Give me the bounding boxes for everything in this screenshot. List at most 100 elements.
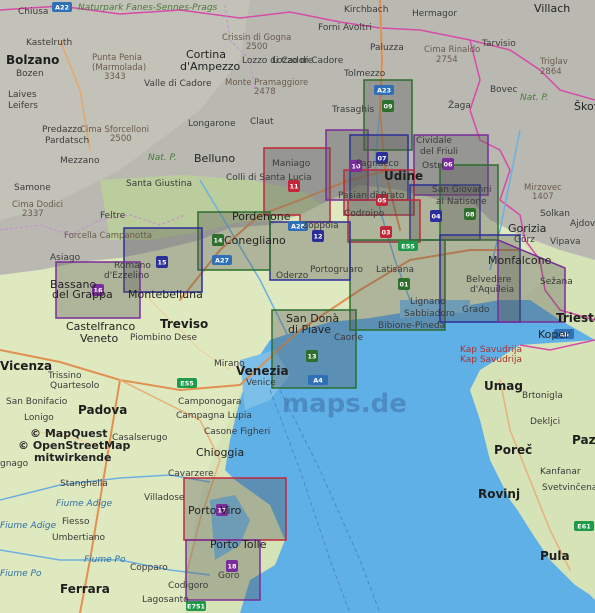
label-umag: Umag	[484, 379, 523, 393]
label-piombino-dese: Piombino Dese	[130, 333, 197, 343]
label-tarvisio: Tarvisio	[481, 39, 516, 49]
label-fiume-po-2: Fiume Po	[0, 569, 42, 579]
label-udine: Udine	[384, 169, 423, 183]
badge-11: 11	[289, 183, 299, 191]
label-zaga: Žaga	[448, 99, 471, 111]
label-ferrara: Ferrara	[60, 582, 110, 596]
label-svetvincenat: Svetvinčenat	[542, 482, 595, 493]
map-viewport[interactable]: 11 10 09 07 06 05 04 03 01 08 14 15 16 1…	[0, 0, 595, 613]
label-sezana: Sežana	[540, 277, 573, 287]
label-trieste: Trieste	[556, 311, 595, 325]
label-montebelluna: Montebelluna	[128, 288, 203, 301]
label-grado: Grado	[462, 305, 490, 315]
label-del-friuli: del Friuli	[420, 147, 458, 157]
label-valle-di-cadore: Valle di Cadore	[144, 79, 212, 89]
shield-e55-2: E55	[401, 243, 415, 251]
label-venice: Venice	[246, 378, 276, 388]
label-d-ampezzo: d'Ampezzo	[180, 60, 241, 73]
attr-mitwirkende: mitwirkende	[34, 451, 112, 464]
label-latisana: Latisana	[376, 265, 414, 275]
label-cavarzere: Cavarzere	[168, 469, 214, 479]
label-kirchbach: Kirchbach	[344, 5, 388, 15]
label-leifers: Leifers	[8, 101, 38, 111]
label-triglav: Triglav	[539, 57, 568, 67]
label-pula: Pula	[540, 549, 570, 563]
label-codigoro: Codigoro	[168, 581, 209, 591]
label-porto-tolle: Porto Tolle	[210, 538, 267, 551]
label-tolmezzo: Tolmezzo	[343, 69, 386, 79]
label-belluno: Belluno	[194, 152, 235, 165]
label-predazzo: Predazzo	[42, 125, 83, 135]
badge-15: 15	[157, 259, 167, 267]
badge-13: 13	[307, 353, 316, 361]
label-nat-p: Nat. P.	[148, 153, 177, 163]
label-cima-dodici-h: 2337	[22, 209, 44, 219]
label-vicenza: Vicenza	[0, 359, 52, 373]
label-colli: Colli di Santa Lucia	[226, 173, 312, 183]
label-san-giovanni: San Giovanni	[432, 185, 492, 195]
label-monte-pramaggiore-h: 2478	[254, 87, 276, 97]
label-quartesolo: Quartesolo	[50, 381, 100, 391]
label-ostri: Ostri	[422, 161, 444, 171]
label-kap-savudrija-2: Kap Savudrija	[460, 355, 522, 365]
label-crissin-h: 2500	[246, 42, 268, 52]
label-belvedere: Belvedere	[466, 275, 512, 285]
label-mirzovec-h: 1407	[532, 192, 554, 202]
label-trissino: Trissino	[47, 371, 82, 381]
label-lignano: Lignano	[410, 297, 446, 307]
label-maniago: Maniago	[272, 159, 311, 169]
label-triglav-h: 2864	[540, 67, 562, 77]
label-kap-savudrija: Kap Savudrija	[460, 345, 522, 355]
label-dekljci: Dekljci	[530, 417, 560, 427]
label-sabbiadoro: Sabbiadoro	[404, 309, 455, 319]
label-nat-p-2: Nat. P.	[520, 93, 549, 103]
label-bovec: Bovec	[490, 85, 518, 95]
label-copparo: Copparo	[130, 563, 168, 573]
label-chiusa: Chiusa	[18, 7, 48, 17]
label-fiume-po: Fiume Po	[84, 555, 126, 565]
label-treviso: Treviso	[160, 317, 208, 331]
label-vipava: Vipava	[550, 237, 581, 247]
label-punta-penia: Punta Penia	[92, 53, 142, 63]
label-asiago: Asiago	[50, 253, 81, 263]
label-feltre: Feltre	[100, 211, 126, 221]
label-forcella: Forcella Campanotta	[64, 231, 152, 241]
label-ajdov: Ajdov	[570, 219, 595, 229]
shield-a4: A4	[313, 377, 323, 385]
label-gorizia: Gorizia	[508, 222, 546, 235]
label-campagna-lupia: Campagna Lupia	[176, 411, 252, 421]
label-pagnacco: Pagnacco	[356, 159, 399, 169]
label-lozzo-2: Lozzo di Cadore	[272, 56, 344, 66]
label-trasaghis: Trasaghis	[331, 105, 375, 115]
shield-a27: A27	[215, 257, 229, 265]
badge-14: 14	[213, 237, 223, 245]
label-romano: Romano	[114, 261, 151, 271]
label-venezia: Venezia	[236, 364, 289, 378]
badge-12: 12	[313, 233, 322, 241]
label-longarone: Longarone	[188, 119, 236, 129]
label-pordenone: Pordenone	[232, 210, 291, 223]
label-di-piave: di Piave	[288, 323, 331, 336]
label-pardatsch: Pardatsch	[45, 136, 89, 146]
label-kanfanar: Kanfanar	[540, 467, 581, 477]
label-porto-viro: Porto Viro	[188, 504, 242, 517]
badge-03: 03	[381, 229, 390, 237]
label-al-natisone: al Natisone	[436, 197, 487, 207]
label-samone: Samone	[14, 183, 51, 193]
label-naturpark: Naturpark Fanes-Sennes-Prags	[78, 3, 218, 13]
label-bibione: Bibione-Pineda	[378, 321, 445, 331]
label-codroipo: Codroipo	[344, 209, 385, 219]
label-umbertiano: Umbertiano	[52, 533, 106, 543]
label-cividale: Cividale	[416, 136, 452, 146]
shield-e751: E751	[187, 603, 205, 611]
label-brtonigla: Brtonigla	[522, 391, 563, 401]
label-san-bonifacio: San Bonifacio	[6, 397, 68, 407]
label-gorz: Görz	[514, 235, 535, 245]
label-claut: Claut	[250, 117, 274, 127]
label-cima-rinaldo: Cima Rinaldo	[424, 45, 480, 55]
label-hermagor: Hermagor	[412, 9, 457, 19]
label-solkan: Solkan	[540, 209, 570, 219]
label-fiume-adige: Fiume Adige	[0, 521, 57, 531]
watermark: maps.de	[282, 389, 407, 419]
label-laives: Laives	[8, 90, 37, 100]
